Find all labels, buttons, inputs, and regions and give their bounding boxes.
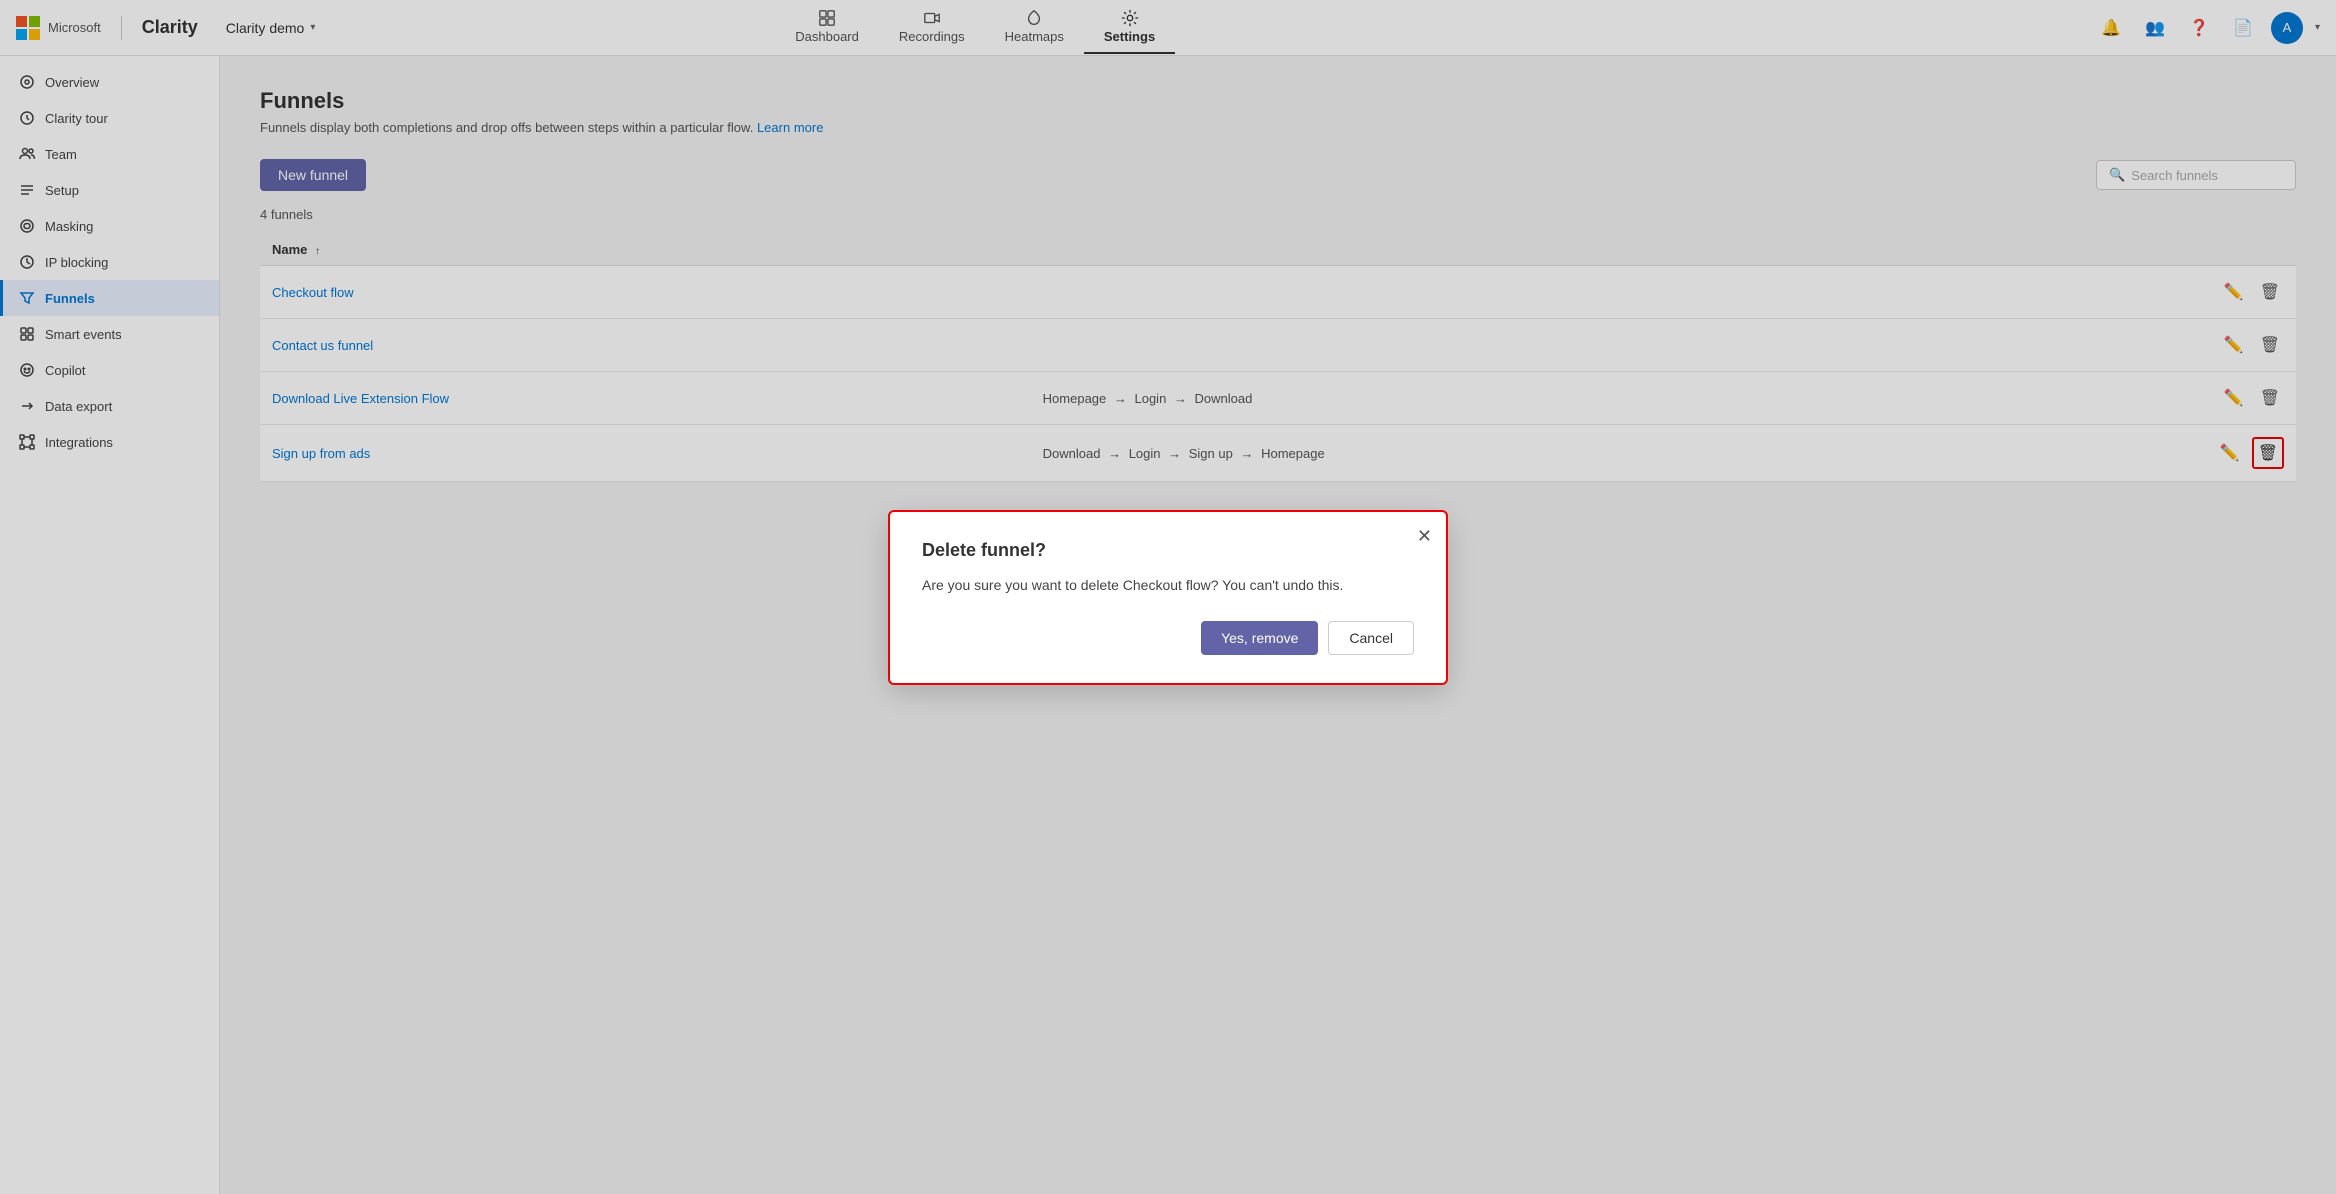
delete-funnel-modal: ✕ Delete funnel? Are you sure you want t… <box>888 510 1448 685</box>
modal-overlay: ✕ Delete funnel? Are you sure you want t… <box>220 56 2336 1194</box>
layout: Overview Clarity tour Team Setup Ma <box>0 56 2336 1194</box>
modal-title: Delete funnel? <box>922 540 1414 561</box>
modal-close-button[interactable]: ✕ <box>1417 526 1432 547</box>
main-content: Funnels Funnels display both completions… <box>220 56 2336 1194</box>
modal-footer: Yes, remove Cancel <box>922 621 1414 655</box>
modal-body: Are you sure you want to delete Checkout… <box>922 577 1414 593</box>
cancel-delete-button[interactable]: Cancel <box>1328 621 1414 655</box>
confirm-delete-button[interactable]: Yes, remove <box>1201 621 1318 655</box>
